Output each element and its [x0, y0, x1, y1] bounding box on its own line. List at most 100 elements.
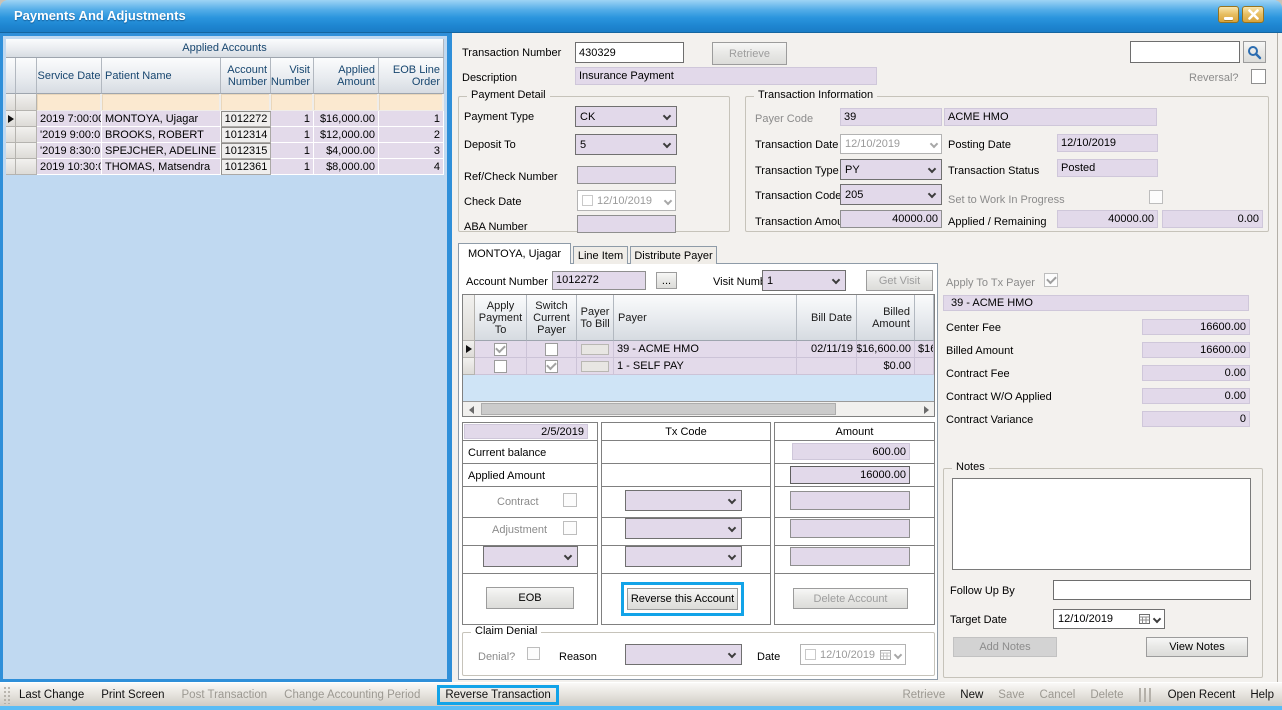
row-button-cell[interactable]	[16, 159, 37, 175]
search-button[interactable]	[1243, 41, 1266, 63]
toolbar-grip[interactable]	[3, 686, 11, 704]
tab-line-item[interactable]: Line Item	[573, 246, 628, 264]
reverse-this-account-button[interactable]: Reverse this Account	[627, 588, 738, 610]
cell-billed-amount[interactable]: $0.00	[857, 358, 915, 375]
denial-reason-select[interactable]	[625, 644, 742, 665]
scrollbar-thumb[interactable]	[481, 403, 836, 415]
column-header-account-number[interactable]: Account Number	[221, 58, 271, 94]
transaction-type-select[interactable]: PY	[840, 159, 942, 180]
filter-cell-account-number[interactable]	[221, 94, 271, 111]
search-input[interactable]	[1130, 41, 1240, 63]
cell-applied-amount[interactable]: $12,000.00	[314, 127, 379, 143]
cell-payer[interactable]: 39 - ACME HMO	[614, 341, 797, 358]
filter-cell-patient-name[interactable]	[102, 94, 221, 111]
deposit-to-select[interactable]: 5	[575, 134, 677, 155]
cell-service-date[interactable]: '2019 8:30:0	[37, 143, 102, 159]
cell-apply-payment-to[interactable]	[475, 358, 527, 375]
cell-account-number[interactable]: 1012361	[221, 159, 271, 175]
payer-row[interactable]: 1 - SELF PAY $0.00	[463, 358, 934, 375]
cell-applied-amount[interactable]: $4,000.00	[314, 143, 379, 159]
apply-payment-checkbox[interactable]	[494, 360, 507, 373]
transaction-amount-field[interactable]: 40000.00	[840, 210, 942, 228]
help-button[interactable]: Help	[1250, 689, 1274, 701]
cell-eob-line-order[interactable]: 2	[379, 127, 444, 143]
filter-cell-eob-line-order[interactable]	[379, 94, 444, 111]
payer-row-selector[interactable]	[463, 358, 475, 375]
applied-amount-input[interactable]: 16000.00	[790, 466, 910, 484]
row-selector-cell[interactable]	[6, 127, 16, 143]
adjustment-amount-input[interactable]	[790, 519, 910, 538]
cell-eob-line-order[interactable]: 3	[379, 143, 444, 159]
apply-payment-checkbox[interactable]	[494, 343, 507, 356]
cell-visit-number[interactable]: 1	[271, 143, 314, 159]
cell-visit-number[interactable]: 1	[271, 111, 314, 127]
payer-grid-hscrollbar[interactable]	[463, 401, 934, 416]
reversal-checkbox[interactable]	[1251, 69, 1266, 84]
payment-type-select[interactable]: CK	[575, 106, 677, 127]
cell-eob-line-order[interactable]: 4	[379, 159, 444, 175]
cell-account-number[interactable]: 1012314	[221, 127, 271, 143]
reverse-transaction-button[interactable]: Reverse Transaction	[445, 689, 550, 701]
column-header-payer[interactable]: Payer	[614, 295, 797, 341]
cell-payer[interactable]: 1 - SELF PAY	[614, 358, 797, 375]
tab-account-montoya[interactable]: MONTOYA, Ujagar	[458, 243, 571, 264]
tab-distribute-payer[interactable]: Distribute Payer	[630, 246, 717, 264]
cell-apply-payment-to[interactable]	[475, 341, 527, 358]
column-header-switch-current-payer[interactable]: Switch Current Payer	[527, 295, 577, 341]
follow-up-by-input[interactable]	[1053, 580, 1251, 600]
column-header-selector[interactable]	[6, 58, 16, 94]
extra-txcode-select[interactable]	[625, 546, 742, 567]
scroll-right-button[interactable]	[918, 403, 934, 416]
cell-switch-current-payer[interactable]	[527, 341, 577, 358]
payer-to-bill-button[interactable]	[581, 361, 609, 372]
visit-number-select[interactable]: 1	[762, 270, 846, 291]
transaction-number-input[interactable]	[575, 42, 684, 63]
payer-row-selector[interactable]	[463, 341, 475, 358]
cell-eob-line-order[interactable]: 1	[379, 111, 444, 127]
table-row[interactable]: 2019 7:00:00 MONTOYA, Ujagar 1012272 1 $…	[6, 111, 444, 127]
cell-patient-name[interactable]: SPEJCHER, ADELINE	[102, 143, 221, 159]
row-selector-cell[interactable]	[6, 111, 16, 127]
cell-applied-amount[interactable]: $16,000.00	[314, 111, 379, 127]
column-header-patient-name[interactable]: Patient Name	[102, 58, 221, 94]
row-button-cell[interactable]	[16, 111, 37, 127]
payer-row[interactable]: 39 - ACME HMO 02/11/19 $16,600.00 $16,	[463, 341, 934, 358]
column-header-eob-line-order[interactable]: EOB Line Order	[379, 58, 444, 94]
cell-bill-date[interactable]: 02/11/19	[797, 341, 857, 358]
description-field[interactable]: Insurance Payment	[575, 67, 877, 85]
row-button-cell[interactable]	[16, 127, 37, 143]
cell-payer-to-bill[interactable]	[577, 341, 614, 358]
transaction-code-select[interactable]: 205	[840, 184, 942, 205]
view-notes-button[interactable]: View Notes	[1146, 637, 1248, 657]
ref-check-input[interactable]	[577, 166, 676, 184]
row-selector-cell[interactable]	[6, 143, 16, 159]
cell-payer-to-bill[interactable]	[577, 358, 614, 375]
cell-billed-amount[interactable]: $16,600.00	[857, 341, 915, 358]
new-button[interactable]: New	[960, 689, 983, 701]
account-number-input[interactable]: 1012272	[552, 271, 646, 290]
table-row[interactable]: '2019 9:00:0 BROOKS, ROBERT 1012314 1 $1…	[6, 127, 444, 143]
cell-service-date[interactable]: 2019 7:00:00	[37, 111, 102, 127]
cell-visit-number[interactable]: 1	[271, 159, 314, 175]
cell-patient-name[interactable]: BROOKS, ROBERT	[102, 127, 221, 143]
account-lookup-button[interactable]: ...	[656, 272, 677, 289]
cell-applied-amount[interactable]: $8,000.00	[314, 159, 379, 175]
column-header-service-date[interactable]: Service Date	[37, 58, 102, 94]
row-button-cell[interactable]	[16, 143, 37, 159]
adjustment-txcode-select[interactable]	[625, 518, 742, 539]
column-header-payer-to-bill[interactable]: Payer To Bill	[577, 295, 614, 341]
cell-service-date[interactable]: 2019 10:30:0	[37, 159, 102, 175]
filter-cell-service-date[interactable]	[37, 94, 102, 111]
cell-patient-name[interactable]: MONTOYA, Ujagar	[102, 111, 221, 127]
column-header-apply-payment-to[interactable]: Apply Payment To	[475, 295, 527, 341]
notes-textarea[interactable]	[952, 478, 1251, 570]
column-header-bill-date[interactable]: Bill Date	[797, 295, 857, 341]
column-header-applied-amount[interactable]: Applied Amount	[314, 58, 379, 94]
cell-switch-current-payer[interactable]	[527, 358, 577, 375]
extra-amount-input[interactable]	[790, 547, 910, 566]
scroll-left-button[interactable]	[463, 403, 479, 416]
cell-clipped-amount[interactable]	[915, 358, 934, 375]
cell-patient-name[interactable]: THOMAS, Matsendra	[102, 159, 221, 175]
cell-account-number[interactable]: 1012315	[221, 143, 271, 159]
column-header-visit-number[interactable]: Visit Number	[271, 58, 314, 94]
